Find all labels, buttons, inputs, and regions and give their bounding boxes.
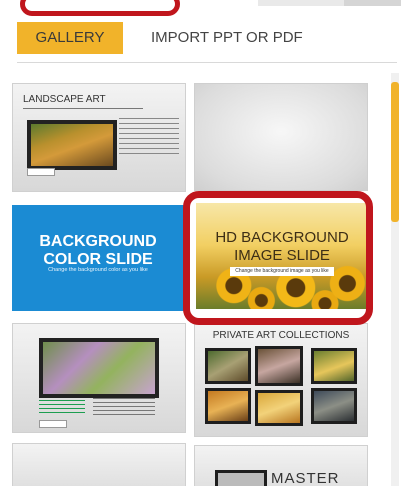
thumbnail-background-color-slide[interactable]: BACKGROUND COLOR SLIDE Change the backgr… (12, 205, 184, 311)
framed-landscape-painting (27, 120, 117, 170)
text-block-placeholder (119, 118, 179, 158)
thumbnail-title: PRIVATE ART COLLECTIONS (212, 330, 350, 341)
scrollbar-thumb[interactable] (391, 82, 399, 222)
toolbar-fragment-dark (344, 0, 401, 6)
framed-painting-4 (205, 388, 251, 424)
selected-thumbnail-highlight (183, 191, 373, 325)
framed-painting-1 (205, 348, 251, 384)
button-placeholder (27, 168, 55, 176)
text-block-placeholder (93, 398, 155, 416)
framed-painting-5 (255, 390, 303, 426)
framed-painting (39, 338, 159, 398)
tab-import-ppt-pdf[interactable]: IMPORT PPT OR PDF (151, 22, 303, 54)
thumbnail-title: LANDSCAPE ART (23, 94, 106, 105)
framed-painting-6 (311, 388, 357, 424)
button-placeholder (39, 420, 67, 428)
selected-item-highlight-fragment (20, 0, 180, 16)
title-underline (23, 108, 143, 109)
thumbnail-landscape-art[interactable]: LANDSCAPE ART (12, 83, 186, 192)
thumbnail-master[interactable]: MASTER (194, 445, 368, 486)
framed-painting (215, 470, 267, 486)
thumbnail-subtitle: Change the background color as you like (48, 267, 148, 273)
thumbnail-partial[interactable] (12, 443, 186, 486)
framed-painting-3 (311, 348, 357, 384)
framed-painting-2 (255, 346, 303, 386)
thumbnail-title-line1: BACKGROUND (39, 233, 157, 250)
thumbnail-framed-art[interactable] (12, 323, 186, 433)
green-text-placeholder (39, 400, 85, 416)
thumbnail-title: MASTER (271, 470, 340, 486)
gallery-tabs: GALLERY IMPORT PPT OR PDF (17, 22, 397, 63)
thumbnail-blank-gradient[interactable] (194, 83, 368, 191)
toolbar-fragment (258, 0, 348, 6)
tab-gallery[interactable]: GALLERY (17, 22, 123, 54)
thumbnail-private-art-collections[interactable]: PRIVATE ART COLLECTIONS (194, 323, 368, 437)
